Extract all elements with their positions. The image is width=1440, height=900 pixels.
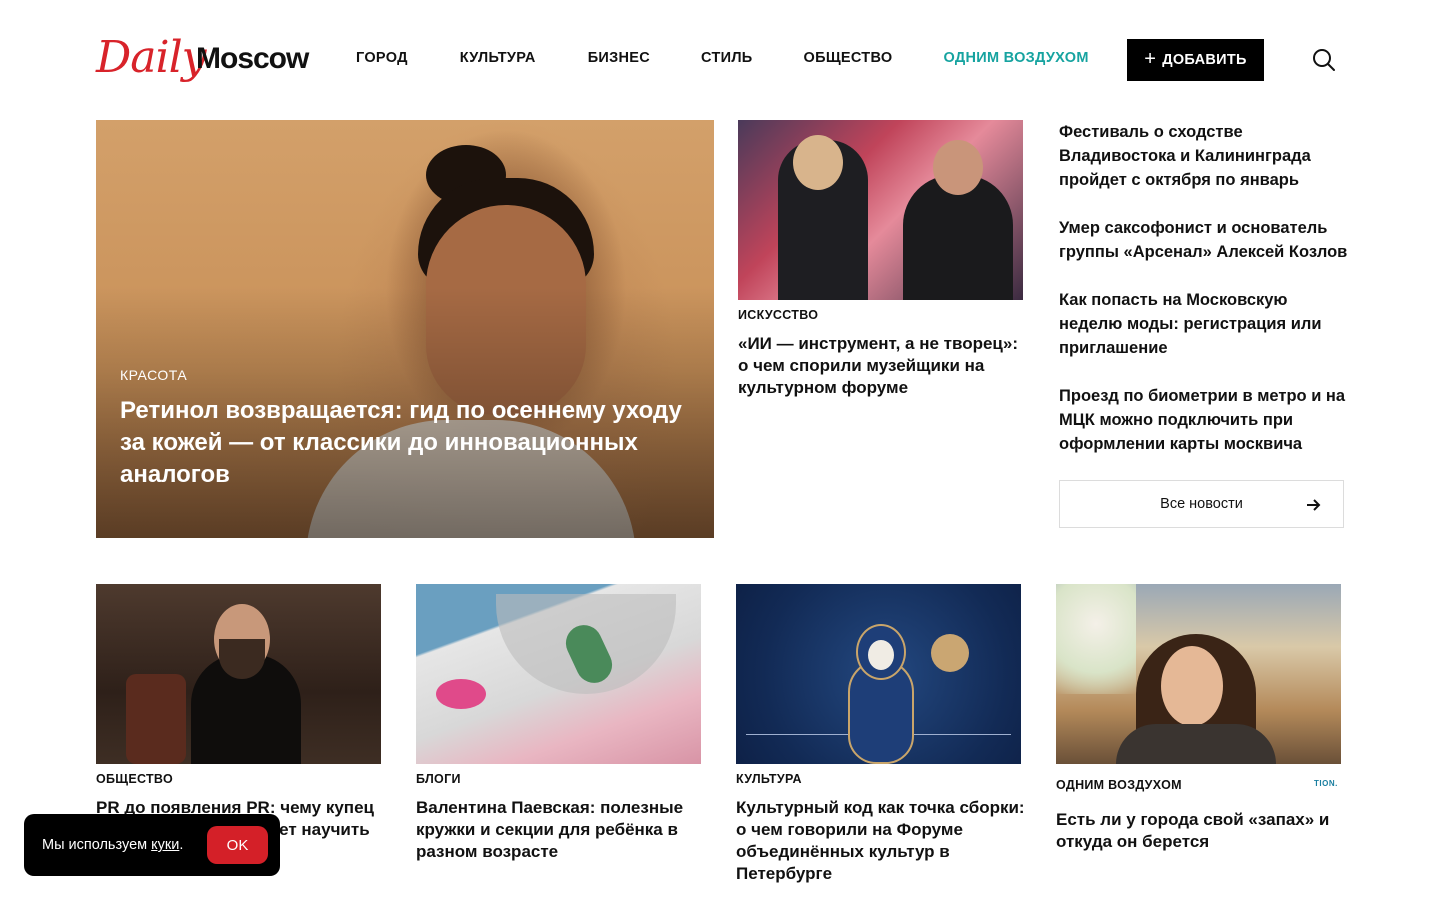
nav-item-stil[interactable]: СТИЛЬ [701,50,753,70]
site-logo[interactable]: Daily Moscow [96,32,318,94]
cookie-text-before: Мы используем [42,837,148,853]
news-item[interactable]: Проезд по биометрии в метро и на МЦК мож… [1059,384,1349,456]
all-news-button[interactable]: Все новости [1059,480,1344,528]
card-title[interactable]: Культурный код как точка сборки: о чем г… [736,797,1026,885]
main-nav: ГОРОД КУЛЬТУРА БИЗНЕС СТИЛЬ ОБЩЕСТВО ОДН… [356,50,1089,70]
hero-category[interactable]: КРАСОТА [120,367,187,383]
logo-wordmark: Moscow [196,42,309,75]
card-title[interactable]: Валентина Паевская: полезные кружки и се… [416,797,706,863]
blossom [1056,584,1136,694]
hero-article[interactable]: КРАСОТА Ретинол возвращается: гид по осе… [96,120,714,538]
cookie-text-after: . [179,837,184,853]
arrow-right-icon [1307,499,1321,511]
card-category[interactable]: ОДНИМ ВОЗДУХОМ [1056,778,1182,792]
skater-helmet [436,679,486,709]
hero-title[interactable]: Ретинол возвращается: гид по осеннему ух… [120,395,700,491]
speaker-woman-head [793,135,843,190]
nav-item-obshchestvo[interactable]: ОБЩЕСТВО [804,50,893,70]
card-image-matryoshka[interactable] [736,584,1021,764]
card-title[interactable]: Есть ли у города свой «запах» и откуда о… [1056,809,1346,853]
nav-item-kultura[interactable]: КУЛЬТУРА [460,50,536,70]
nav-item-odnim-vozdukhom[interactable]: ОДНИМ ВОЗДУХОМ [943,50,1088,70]
card-category[interactable]: ОБЩЕСТВО [96,772,173,786]
all-news-label: Все новости [1160,496,1243,512]
mid-article-image[interactable] [738,120,1023,300]
site-header: Daily Moscow ГОРОД КУЛЬТУРА БИЗНЕС СТИЛЬ… [0,0,1440,120]
add-button[interactable]: + ДОБАВИТЬ [1127,39,1264,81]
news-list: Фестиваль о сходстве Владивостока и Кали… [1059,120,1349,480]
card-image-skatepark[interactable] [416,584,701,764]
cookie-ok-button[interactable]: OK [207,826,268,864]
news-item[interactable]: Как попасть на Московскую неделю моды: р… [1059,288,1349,360]
woman-coat [1116,724,1276,764]
card-category[interactable]: БЛОГИ [416,772,461,786]
card-image-portrait[interactable] [96,584,381,764]
partner-logo[interactable]: TION. [1314,779,1338,788]
mid-article-category[interactable]: ИСКУССТВО [738,308,818,322]
search-icon[interactable] [1310,46,1338,74]
cookie-link[interactable]: куки [151,837,179,853]
nav-item-biznes[interactable]: БИЗНЕС [588,50,650,70]
news-item[interactable]: Фестиваль о сходстве Владивостока и Кали… [1059,120,1349,192]
nav-item-gorod[interactable]: ГОРОД [356,50,408,70]
news-item[interactable]: Умер саксофонист и основатель группы «Ар… [1059,216,1349,264]
speaker-man-head [933,140,983,195]
gold-moon [931,634,969,672]
card-image-city-woman[interactable] [1056,584,1341,764]
matryoshka-face [868,640,894,670]
cookie-text: Мы используем куки. [42,837,183,853]
add-button-label: ДОБАВИТЬ [1162,52,1247,68]
portrait-chair [126,674,186,764]
logo-script: Daily [96,32,207,83]
woman-face [1161,646,1223,726]
mid-article-title[interactable]: «ИИ — инструмент, а не творец»: о чем сп… [738,333,1028,399]
cookie-banner: Мы используем куки. OK [24,814,280,876]
plus-icon: + [1144,48,1157,70]
card-category[interactable]: КУЛЬТУРА [736,772,802,786]
